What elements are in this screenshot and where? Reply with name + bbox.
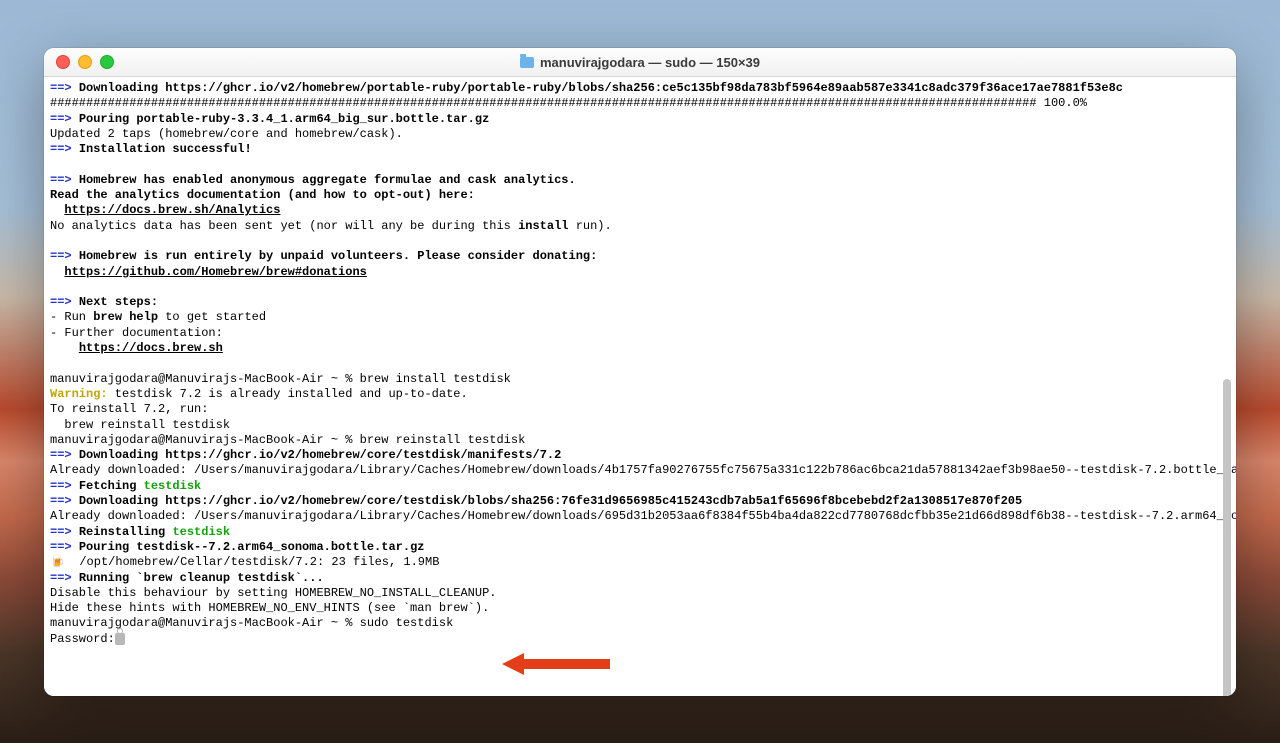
window-title: manuvirajgodara — sudo — 150×39: [44, 55, 1236, 70]
scrollbar[interactable]: [1220, 79, 1234, 694]
desktop-background: manuvirajgodara — sudo — 150×39 ==> Down…: [0, 0, 1280, 743]
scrollbar-thumb[interactable]: [1223, 379, 1231, 696]
terminal-content[interactable]: ==> Downloading https://ghcr.io/v2/homeb…: [44, 77, 1236, 696]
prompt-line: manuvirajgodara@Manuvirajs-MacBook-Air ~…: [50, 372, 1230, 387]
prompt-line: manuvirajgodara@Manuvirajs-MacBook-Air ~…: [50, 616, 1230, 631]
key-icon: [115, 633, 125, 645]
terminal-window: manuvirajgodara — sudo — 150×39 ==> Down…: [44, 48, 1236, 696]
prompt-line: manuvirajgodara@Manuvirajs-MacBook-Air ~…: [50, 433, 1230, 448]
window-title-text: manuvirajgodara — sudo — 150×39: [540, 55, 760, 70]
window-titlebar[interactable]: manuvirajgodara — sudo — 150×39: [44, 48, 1236, 77]
folder-icon: [520, 57, 534, 68]
